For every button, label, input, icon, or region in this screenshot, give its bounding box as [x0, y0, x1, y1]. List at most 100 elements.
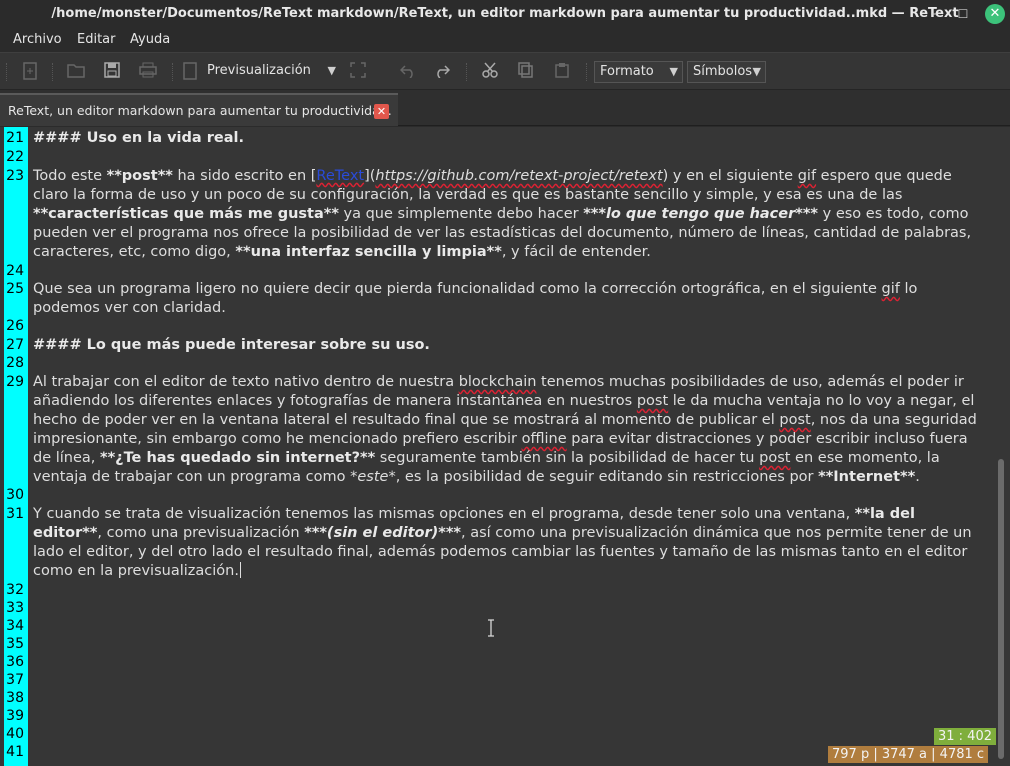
paragraph-line: editor**, como una previsualización ***(…: [33, 524, 972, 543]
undo-icon[interactable]: [398, 62, 418, 82]
text-run: ya que simplemente debo hacer: [338, 206, 584, 222]
line-number: 39: [6, 708, 24, 724]
line-number: 37: [6, 672, 24, 688]
menu-ayuda[interactable]: Ayuda: [130, 32, 170, 47]
chevron-down-icon: ▼: [752, 65, 761, 78]
menu-editar[interactable]: Editar: [77, 32, 116, 47]
text-run: ) y en el siguiente: [662, 168, 798, 184]
line-number: 22: [6, 149, 24, 165]
vertical-scrollbar[interactable]: [996, 127, 1006, 766]
preview-icon[interactable]: [180, 62, 200, 82]
menu-bar: Archivo Editar Ayuda: [0, 28, 1010, 52]
line-number: 32: [6, 582, 24, 598]
paragraph-line: lado el editor, y del otro lado el resul…: [33, 544, 968, 560]
line-number: 23: [6, 168, 24, 184]
save-icon[interactable]: [102, 62, 122, 82]
text-run: caracteres, etc, como digo,: [33, 244, 236, 260]
misspelled-word: post: [779, 412, 811, 428]
line-number: 41: [6, 744, 24, 760]
paragraph-line: de línea, **¿Te has quedado sin internet…: [33, 449, 940, 468]
paragraph-line: pueden ver el programa nos ofrece la pos…: [33, 225, 972, 241]
text-run: le da mucha ventaja no lo voy a negar, e…: [668, 393, 975, 409]
misspelled-word: gif: [881, 281, 900, 297]
paragraph-line: como en la previsualización.: [33, 562, 241, 581]
paragraph-line: Al trabajar con el editor de texto nativ…: [33, 373, 964, 392]
text-run: espero que quede: [816, 168, 952, 184]
menu-archivo[interactable]: Archivo: [13, 32, 62, 47]
toolbar: Previsualización ▼ Formato ▼ Símbolos ▼: [0, 52, 1010, 90]
text-run: , nos da una seguridad: [810, 412, 977, 428]
line-number: 30: [6, 487, 24, 503]
text-run: ](: [364, 168, 376, 184]
line-number: 24: [6, 263, 24, 279]
line-number: 26: [6, 318, 24, 334]
print-icon[interactable]: [138, 62, 158, 82]
tab-bar: ReText, un editor markdown para aumentar…: [0, 90, 1010, 126]
text-run: Y cuando se trata de visualización tenem…: [33, 506, 855, 522]
line-number: 36: [6, 654, 24, 670]
line-number: 33: [6, 600, 24, 616]
toolbar-separator: [466, 63, 468, 81]
bold-italic-run: ***lo que tengo que hacer***: [583, 206, 819, 222]
text-run: , así como una previsualización dinámica…: [461, 525, 972, 541]
tab-close-icon[interactable]: ✕: [374, 104, 389, 119]
heading-uso: #### Uso en la vida real.: [33, 130, 244, 146]
text-run: seguramente también sin la posibilidad d…: [375, 450, 760, 466]
maximize-button[interactable]: ☐: [953, 4, 973, 24]
paragraph-line: claro la forma de uso y un poco de su co…: [33, 187, 903, 203]
line-number: 34: [6, 618, 24, 634]
line-number-gutter: 21 22 23 24 25 26 27 28 29 30 31 32 33 3…: [4, 127, 28, 766]
line-number: 21: [6, 130, 24, 146]
preview-dropdown[interactable]: Previsualización ▼: [200, 61, 340, 83]
scrollbar-thumb[interactable]: [998, 459, 1004, 759]
symbols-dropdown[interactable]: Símbolos ▼: [687, 61, 766, 83]
text-run: como en la previsualización.: [33, 563, 239, 579]
text-run: lo: [899, 281, 918, 297]
paragraph-line: hecho de poder ver en la ventana lateral…: [33, 411, 977, 430]
bold-run: **características que más me gusta**: [33, 206, 339, 222]
format-label: Formato: [600, 64, 654, 79]
open-icon[interactable]: [66, 62, 86, 82]
text-run: tenemos muchas posibilidades de uso, ade…: [536, 374, 964, 390]
heading-interes: #### Lo que más puede interesar sobre su…: [33, 337, 430, 353]
redo-icon[interactable]: [432, 62, 452, 82]
paragraph-line: ventaja de trabajar con un programa como…: [33, 468, 920, 487]
link-text[interactable]: ReText: [316, 168, 364, 184]
paste-icon[interactable]: [552, 62, 572, 82]
text-run: .: [915, 469, 920, 485]
line-number: 35: [6, 636, 24, 652]
bold-run: **post**: [106, 168, 173, 184]
copy-icon[interactable]: [516, 62, 536, 82]
bold-run: **la del: [854, 506, 915, 522]
preview-label: Previsualización: [207, 63, 311, 78]
bold-run: editor**: [33, 525, 98, 541]
text-run: y eso es todo, como: [818, 206, 969, 222]
cut-icon[interactable]: [480, 62, 500, 82]
toolbar-separator: [52, 63, 54, 81]
paragraph-line: impresionante, sin embargo como he menci…: [33, 430, 968, 449]
tab-document[interactable]: ReText, un editor markdown para aumentar…: [0, 93, 398, 126]
format-dropdown[interactable]: Formato ▼: [594, 61, 683, 83]
text-run: , como una previsualización: [97, 525, 305, 541]
text-run: ha sido escrito en [: [172, 168, 317, 184]
title-bar: /home/monster/Documentos/ReText markdown…: [0, 0, 1010, 28]
editor-area[interactable]: 21 22 23 24 25 26 27 28 29 30 31 32 33 3…: [0, 127, 1010, 766]
text-run: ventaja de trabajar con un programa como: [33, 469, 351, 485]
close-window-button[interactable]: ✕: [985, 4, 1005, 24]
paragraph-line: Y cuando se trata de visualización tenem…: [33, 505, 915, 524]
misspelled-word: offline: [521, 431, 567, 447]
paragraph-line: **características que más me gusta** ya …: [33, 205, 969, 224]
new-icon[interactable]: [20, 62, 40, 82]
line-number: 40: [6, 726, 24, 742]
fullscreen-icon[interactable]: [348, 62, 368, 82]
misspelled-word: post: [636, 393, 669, 409]
misspelled-word: blockchain: [458, 374, 537, 390]
line-number: 28: [6, 355, 24, 371]
text-run: Todo este: [33, 168, 107, 184]
toolbar-grip: [6, 63, 8, 81]
minimize-button[interactable]: –: [924, 4, 944, 24]
italic-run: *este*: [350, 469, 396, 485]
cursor-position-badge: 31 : 402: [934, 728, 996, 745]
text-run: de línea,: [33, 450, 101, 466]
text-run: hecho de poder ver en la ventana lateral…: [33, 412, 780, 428]
